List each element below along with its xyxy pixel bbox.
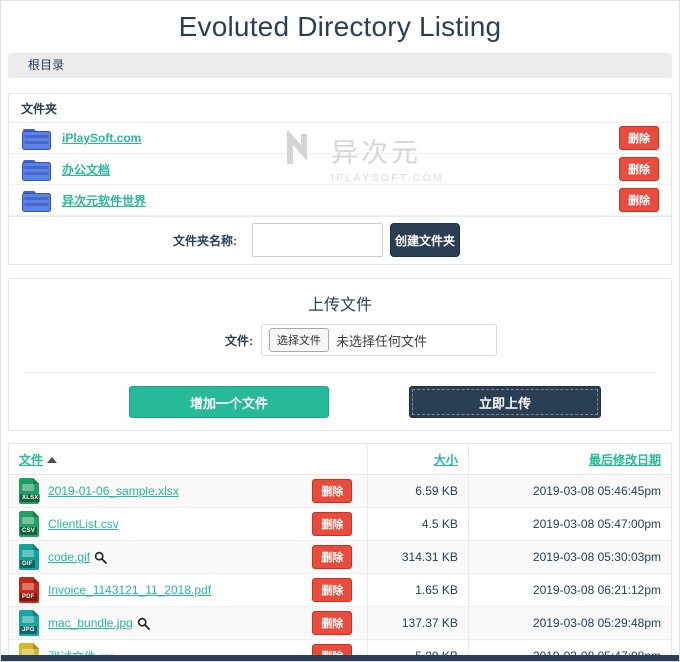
sort-by-size-link[interactable]: 大小	[434, 453, 458, 467]
file-link[interactable]: mac_bundle.jpg	[48, 616, 133, 630]
file-modified: 2019-03-08 05:46:45pm	[467, 474, 671, 508]
file-type-icon: GIF	[19, 544, 39, 570]
footer-bar	[0, 655, 680, 662]
upload-file-row: 文件: 选择文件 未选择任何文件	[9, 324, 671, 356]
delete-file-button[interactable]: 删除	[312, 545, 353, 569]
folder-row: 异次元软件世界 删除	[9, 185, 671, 216]
file-size: 1.65 KB	[367, 573, 469, 607]
folder-icon	[21, 126, 52, 151]
file-ext-label: GIF	[20, 560, 35, 568]
file-type-icon: CSV	[19, 511, 39, 537]
file-link[interactable]: Invoice_1143121_11_2018.pdf	[48, 583, 211, 597]
file-type-icon: XLSX	[19, 478, 41, 504]
folders-card: 文件夹 iPlaySoft.com 删除 办公文档 删除 异次元软件世界 删除 …	[8, 93, 672, 265]
folder-icon	[21, 188, 52, 213]
folder-link[interactable]: 办公文档	[62, 161, 110, 178]
files-header-row: 文件 大小 最后修改日期	[9, 444, 671, 475]
files-table: 文件 大小 最后修改日期 XLSX 2019-01-06_sample.xlsx	[9, 444, 671, 662]
preview-magnifier-icon[interactable]	[137, 617, 150, 630]
create-folder-form: 文件夹名称: 创建文件夹	[9, 216, 671, 264]
delete-file-button[interactable]: 删除	[312, 479, 353, 503]
upload-title: 上传文件	[307, 297, 372, 314]
file-modified: 2019-03-08 05:30:03pm	[467, 540, 671, 574]
file-row: GIF code.gif 删除 314.31 KB 2019-03-08 05:…	[9, 540, 671, 574]
delete-folder-button[interactable]: 删除	[619, 126, 659, 150]
file-link[interactable]: code.gif	[48, 550, 90, 564]
file-modified: 2019-03-08 05:47:00pm	[467, 507, 671, 541]
folder-link[interactable]: iPlaySoft.com	[62, 131, 141, 145]
choose-file-button[interactable]: 选择文件	[269, 328, 329, 352]
no-file-chosen-text: 未选择任何文件	[336, 333, 428, 349]
folder-list: iPlaySoft.com 删除 办公文档 删除 异次元软件世界 删除	[9, 123, 671, 216]
file-size: 4.5 KB	[367, 507, 469, 541]
upload-buttons-row: 增加一个文件 立即上传	[9, 386, 671, 418]
sort-by-name-link[interactable]: 文件	[19, 453, 43, 467]
folder-icon	[21, 157, 52, 182]
folder-name-label: 文件夹名称:	[173, 233, 237, 248]
file-row: XLSX 2019-01-06_sample.xlsx 删除 6.59 KB 2…	[9, 474, 671, 508]
sort-asc-icon	[47, 457, 58, 463]
file-ext-label: JPG	[20, 626, 37, 634]
file-modified: 2019-03-08 05:29:48pm	[467, 606, 671, 640]
folder-row: 办公文档 删除	[9, 154, 671, 185]
file-link[interactable]: 2019-01-06_sample.xlsx	[48, 484, 179, 498]
file-row: CSV ClientList.csv 删除 4.5 KB 2019-03-08 …	[9, 507, 671, 541]
delete-file-button[interactable]: 删除	[312, 578, 353, 602]
file-link[interactable]: ClientList.csv	[48, 517, 119, 531]
upload-now-button[interactable]: 立即上传	[409, 386, 601, 418]
file-size: 6.59 KB	[367, 474, 469, 508]
file-row: JPG mac_bundle.jpg 删除 137.37 KB 2019-03-…	[9, 606, 671, 640]
file-ext-label: XLSX	[20, 494, 41, 502]
sort-by-date-link[interactable]: 最后修改日期	[589, 453, 661, 467]
breadcrumb: 根目录	[8, 53, 672, 78]
file-type-icon: JPG	[19, 610, 39, 636]
file-row: PDF Invoice_1143121_11_2018.pdf 删除 1.65 …	[9, 573, 671, 607]
create-folder-button[interactable]: 创建文件夹	[390, 223, 460, 257]
page-title: Evoluted Directory Listing	[178, 11, 502, 42]
file-input[interactable]: 选择文件 未选择任何文件	[261, 324, 497, 356]
folder-name-input[interactable]	[252, 223, 383, 257]
file-ext-label: CSV	[20, 527, 37, 535]
folders-section-label: 文件夹	[9, 94, 671, 123]
files-card: 文件 大小 最后修改日期 XLSX 2019-01-06_sample.xlsx	[8, 443, 672, 662]
file-size: 314.31 KB	[367, 540, 469, 574]
file-label: 文件:	[225, 333, 253, 348]
folder-row: iPlaySoft.com 删除	[9, 123, 671, 154]
folder-link[interactable]: 异次元软件世界	[62, 192, 146, 209]
upload-divider	[23, 372, 657, 373]
delete-folder-button[interactable]: 删除	[619, 188, 659, 212]
upload-card: 上传文件 文件: 选择文件 未选择任何文件 增加一个文件 立即上传	[8, 278, 672, 431]
file-ext-label: PDF	[20, 593, 37, 601]
add-file-button[interactable]: 增加一个文件	[129, 386, 329, 418]
file-type-icon: PDF	[19, 577, 39, 603]
preview-magnifier-icon[interactable]	[94, 551, 107, 564]
delete-file-button[interactable]: 删除	[312, 611, 353, 635]
file-modified: 2019-03-08 06:21:12pm	[467, 573, 671, 607]
file-size: 137.37 KB	[367, 606, 469, 640]
delete-folder-button[interactable]: 删除	[619, 157, 659, 181]
delete-file-button[interactable]: 删除	[312, 512, 353, 536]
